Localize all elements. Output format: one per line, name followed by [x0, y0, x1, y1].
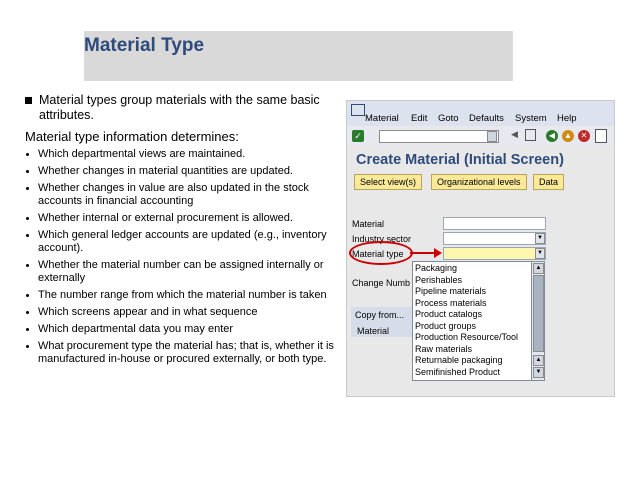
dropdown-option[interactable]: Pipeline materials — [415, 286, 486, 297]
bullet-item: What procurement type the material has; … — [25, 340, 340, 366]
menu-material[interactable]: Material — [365, 113, 399, 124]
dropdown-option[interactable]: Product groups — [415, 321, 476, 332]
bullet-text: Which general ledger accounts are update… — [38, 229, 327, 254]
dropdown-option[interactable]: Packaging — [415, 263, 457, 274]
menu-system[interactable]: System — [515, 113, 547, 124]
highlight-arrow — [410, 252, 436, 254]
industry-sector-field[interactable] — [443, 232, 546, 245]
dropdown-option[interactable]: Product catalogs — [415, 309, 482, 320]
bullet-dot-icon — [26, 328, 29, 331]
square-bullet-icon — [25, 97, 32, 104]
copy-material-label: Material — [357, 326, 390, 336]
screen-title: Create Material (Initial Screen) — [356, 152, 564, 168]
bullet-dot-icon — [26, 234, 29, 237]
industry-dropdown-icon[interactable]: ▼ — [535, 233, 545, 244]
bullet-text: What procurement type the material has; … — [38, 340, 334, 365]
arrow-head-icon — [434, 248, 442, 258]
scroll-thumb[interactable] — [533, 275, 544, 352]
menu-edit[interactable]: Edit — [411, 113, 427, 124]
scroll-up-icon[interactable]: ▲ — [533, 355, 544, 366]
data-button[interactable]: Data — [533, 174, 565, 190]
intro-text: Material types group materials with the … — [39, 93, 320, 122]
bullet-text: Which departmental views are maintained. — [38, 148, 246, 160]
bullet-dot-icon — [26, 264, 29, 267]
sap-window-icon[interactable] — [351, 104, 365, 116]
organizational-levels-button[interactable]: Organizational levels — [431, 174, 527, 190]
back-arrow-icon[interactable]: ◀ — [511, 129, 518, 140]
bullet-dot-icon — [26, 170, 29, 173]
scroll-down-icon[interactable]: ▼ — [533, 367, 544, 378]
bullet-text: Whether the material number can be assig… — [38, 259, 324, 284]
title-band: Material Type — [84, 31, 513, 81]
bullet-text: Which screens appear and in what sequenc… — [38, 306, 258, 318]
bullet-item: Which departmental views are maintained. — [25, 148, 340, 161]
bullet-list: Which departmental views are maintained.… — [25, 148, 340, 366]
dropdown-option[interactable]: Returnable packaging — [415, 355, 503, 366]
material-type-field[interactable] — [443, 247, 546, 260]
bullet-item: Whether changes in value are also update… — [25, 182, 340, 208]
save-icon[interactable] — [525, 129, 536, 141]
bullet-text: Which departmental data you may enter — [38, 323, 234, 335]
scroll-up-icon[interactable]: ▲ — [533, 263, 544, 274]
dropdown-option[interactable]: Process materials — [415, 298, 487, 309]
bullet-dot-icon — [26, 294, 29, 297]
material-field[interactable] — [443, 217, 546, 230]
bullet-dot-icon — [26, 345, 29, 348]
sap-toolbar: ✓ ◀ ◀ ▲ ✕ — [347, 127, 614, 145]
bullet-dot-icon — [26, 217, 29, 220]
sap-screenshot: Material Edit Goto Defaults System Help … — [346, 100, 615, 397]
bullet-item: Which general ledger accounts are update… — [25, 229, 340, 255]
menu-help[interactable]: Help — [557, 113, 577, 124]
dropdown-option[interactable]: Semifinished Product — [415, 367, 500, 378]
cancel-icon[interactable]: ✕ — [578, 130, 590, 142]
bullet-text: The number range from which the material… — [38, 289, 327, 301]
bullet-item: The number range from which the material… — [25, 289, 340, 302]
command-field[interactable] — [379, 130, 499, 143]
command-dropdown-button[interactable] — [487, 131, 497, 142]
highlight-oval — [349, 241, 413, 265]
bullet-item: Whether the material number can be assig… — [25, 259, 340, 285]
sap-menubar: Material Edit Goto Defaults System Help — [347, 101, 614, 126]
menu-goto[interactable]: Goto — [438, 113, 459, 124]
copy-from-button[interactable]: Copy from... — [355, 310, 404, 320]
enter-check-icon[interactable]: ✓ — [352, 130, 364, 142]
select-views-button[interactable]: Select view(s) — [354, 174, 423, 190]
slide-title: Material Type — [84, 35, 205, 56]
bullet-dot-icon — [26, 187, 29, 190]
bullet-text: Whether changes in material quantities a… — [38, 165, 293, 177]
bullet-dot-icon — [26, 153, 29, 156]
bullet-text: Whether changes in value are also update… — [38, 182, 309, 207]
bullet-dot-icon — [26, 311, 29, 314]
print-icon[interactable] — [595, 129, 607, 143]
dropdown-option[interactable]: Perishables — [415, 275, 462, 286]
bullet-text: Whether internal or external procurement… — [38, 212, 293, 224]
lead-text: Material type information determines: — [25, 129, 239, 144]
exit-icon[interactable]: ▲ — [562, 130, 574, 142]
bullet-item: Which screens appear and in what sequenc… — [25, 306, 340, 319]
dropdown-option[interactable]: Raw materials — [415, 344, 472, 355]
intro-bullet: Material types group materials with the … — [25, 93, 340, 123]
material-type-dropdown-icon[interactable]: ▼ — [535, 248, 545, 259]
dropdown-scrollbar[interactable]: ▲ ▲ ▼ — [531, 261, 545, 381]
bullet-item: Which departmental data you may enter — [25, 323, 340, 336]
material-type-dropdown-list[interactable]: Packaging Perishables Pipeline materials… — [412, 261, 533, 381]
dropdown-option[interactable]: Production Resource/Tool — [415, 332, 518, 343]
bullet-item: Whether changes in material quantities a… — [25, 165, 340, 178]
bullet-item: Whether internal or external procurement… — [25, 212, 340, 225]
change-number-label: Change Numb — [352, 278, 411, 288]
slide-body: Material types group materials with the … — [25, 93, 340, 370]
back-icon[interactable]: ◀ — [546, 130, 558, 142]
menu-defaults[interactable]: Defaults — [469, 113, 504, 124]
material-label: Material — [352, 219, 385, 229]
